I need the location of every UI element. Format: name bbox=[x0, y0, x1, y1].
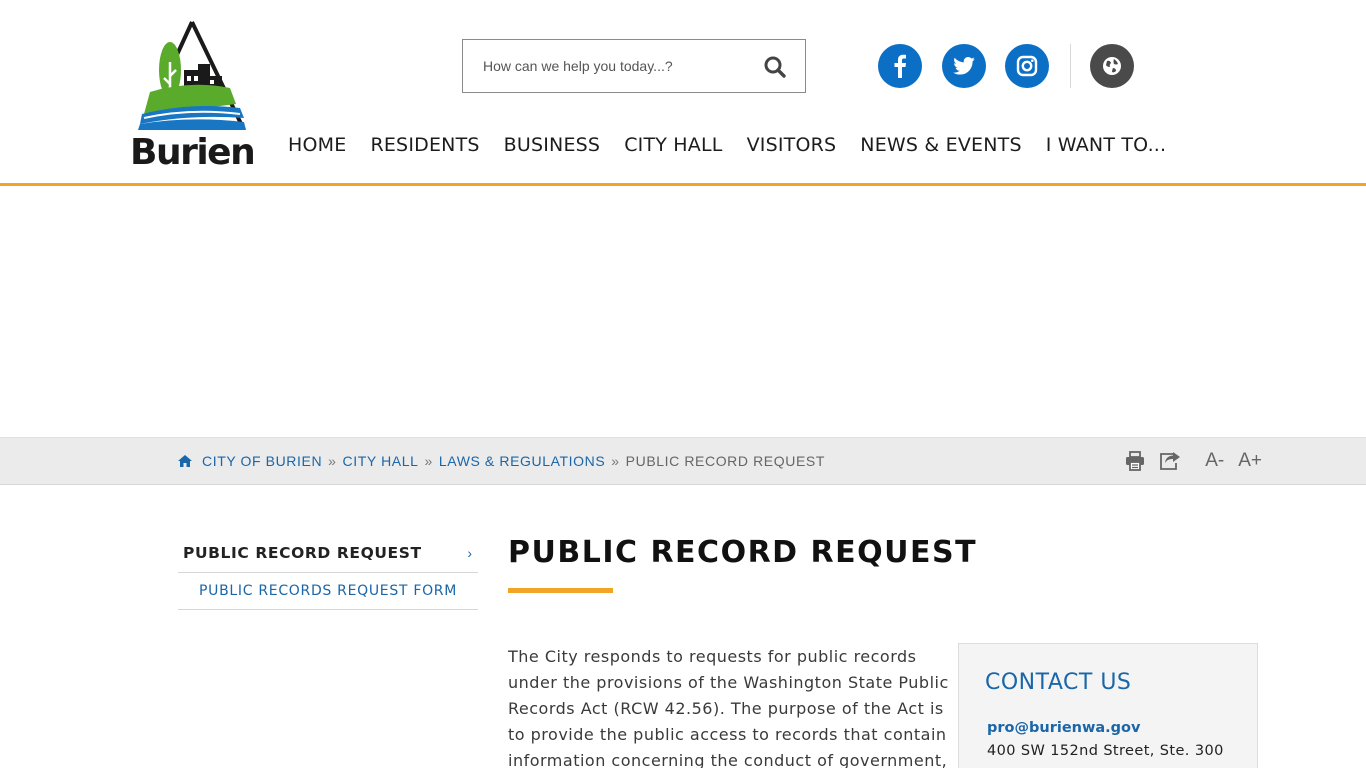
contact-address: 400 SW 152nd Street, Ste. 300 bbox=[987, 743, 1224, 759]
contact-email-link[interactable]: pro@burienwa.gov bbox=[987, 720, 1140, 736]
facebook-button[interactable] bbox=[878, 44, 922, 88]
search-input[interactable] bbox=[483, 40, 753, 92]
breadcrumb-city-hall[interactable]: CITY HALL bbox=[343, 453, 419, 469]
header-divider bbox=[1070, 44, 1071, 88]
instagram-icon bbox=[1016, 55, 1038, 77]
sidebar: PUBLIC RECORD REQUEST › PUBLIC RECORDS R… bbox=[178, 534, 478, 610]
nav-i-want-to[interactable]: I WANT TO... bbox=[1046, 132, 1167, 158]
breadcrumb-bar: CITY OF BURIEN » CITY HALL » LAWS & REGU… bbox=[0, 437, 1366, 485]
logo-mark-icon bbox=[138, 21, 246, 130]
sidebar-item-public-record-request[interactable]: PUBLIC RECORD REQUEST › bbox=[178, 534, 478, 573]
nav-residents[interactable]: RESIDENTS bbox=[370, 132, 479, 158]
nav-city-hall[interactable]: CITY HALL bbox=[624, 132, 722, 158]
page: Burien How can we help you today...? HOM… bbox=[0, 0, 1366, 768]
globe-icon bbox=[1103, 57, 1121, 75]
breadcrumb-current: PUBLIC RECORD REQUEST bbox=[625, 453, 825, 469]
instagram-button[interactable] bbox=[1005, 44, 1049, 88]
breadcrumb-separator: » bbox=[328, 453, 337, 469]
search-icon bbox=[764, 56, 786, 78]
share-icon bbox=[1160, 452, 1181, 470]
burien-logo[interactable]: Burien bbox=[130, 18, 256, 173]
sidebar-item-label: PUBLIC RECORDS REQUEST FORM bbox=[199, 583, 458, 599]
twitter-icon bbox=[953, 57, 975, 75]
chevron-right-icon: › bbox=[467, 545, 472, 561]
nav-business[interactable]: BUSINESS bbox=[504, 132, 601, 158]
breadcrumb-separator: » bbox=[424, 453, 433, 469]
page-tools: A- A+ bbox=[1111, 438, 1262, 484]
breadcrumb-city-of-burien[interactable]: CITY OF BURIEN bbox=[202, 453, 322, 469]
page-title: PUBLIC RECORD REQUEST bbox=[508, 535, 978, 570]
print-button[interactable] bbox=[1125, 451, 1145, 471]
print-icon bbox=[1126, 451, 1145, 471]
nav-visitors[interactable]: VISITORS bbox=[747, 132, 837, 158]
site-header: Burien How can we help you today...? HOM… bbox=[0, 0, 1366, 186]
logo-text: Burien bbox=[130, 132, 256, 173]
font-increase-button[interactable]: A+ bbox=[1238, 450, 1262, 472]
hero-banner bbox=[0, 189, 1366, 437]
sidebar-item-public-records-request-form[interactable]: PUBLIC RECORDS REQUEST FORM bbox=[178, 573, 478, 610]
translate-button[interactable] bbox=[1090, 44, 1134, 88]
search-box bbox=[462, 39, 806, 93]
sidebar-item-label: PUBLIC RECORD REQUEST bbox=[183, 544, 422, 562]
font-decrease-button[interactable]: A- bbox=[1205, 450, 1224, 472]
contact-box: CONTACT US pro@burienwa.gov 400 SW 152nd… bbox=[958, 643, 1258, 768]
intro-paragraph: The City responds to requests for public… bbox=[508, 647, 949, 768]
nav-home[interactable]: HOME bbox=[288, 132, 346, 158]
nav-news-events[interactable]: NEWS & EVENTS bbox=[860, 132, 1021, 158]
title-underline bbox=[508, 588, 613, 593]
home-icon[interactable] bbox=[178, 455, 192, 467]
main-nav: HOME RESIDENTS BUSINESS CITY HALL VISITO… bbox=[288, 132, 1190, 158]
breadcrumb-separator: » bbox=[611, 453, 620, 469]
contact-heading: CONTACT US bbox=[985, 670, 1132, 695]
search-button[interactable] bbox=[763, 55, 787, 79]
twitter-button[interactable] bbox=[942, 44, 986, 88]
breadcrumb: CITY OF BURIEN » CITY HALL » LAWS & REGU… bbox=[178, 438, 825, 484]
share-button[interactable] bbox=[1159, 451, 1181, 471]
breadcrumb-laws-regulations[interactable]: LAWS & REGULATIONS bbox=[439, 453, 605, 469]
facebook-icon bbox=[894, 54, 906, 78]
